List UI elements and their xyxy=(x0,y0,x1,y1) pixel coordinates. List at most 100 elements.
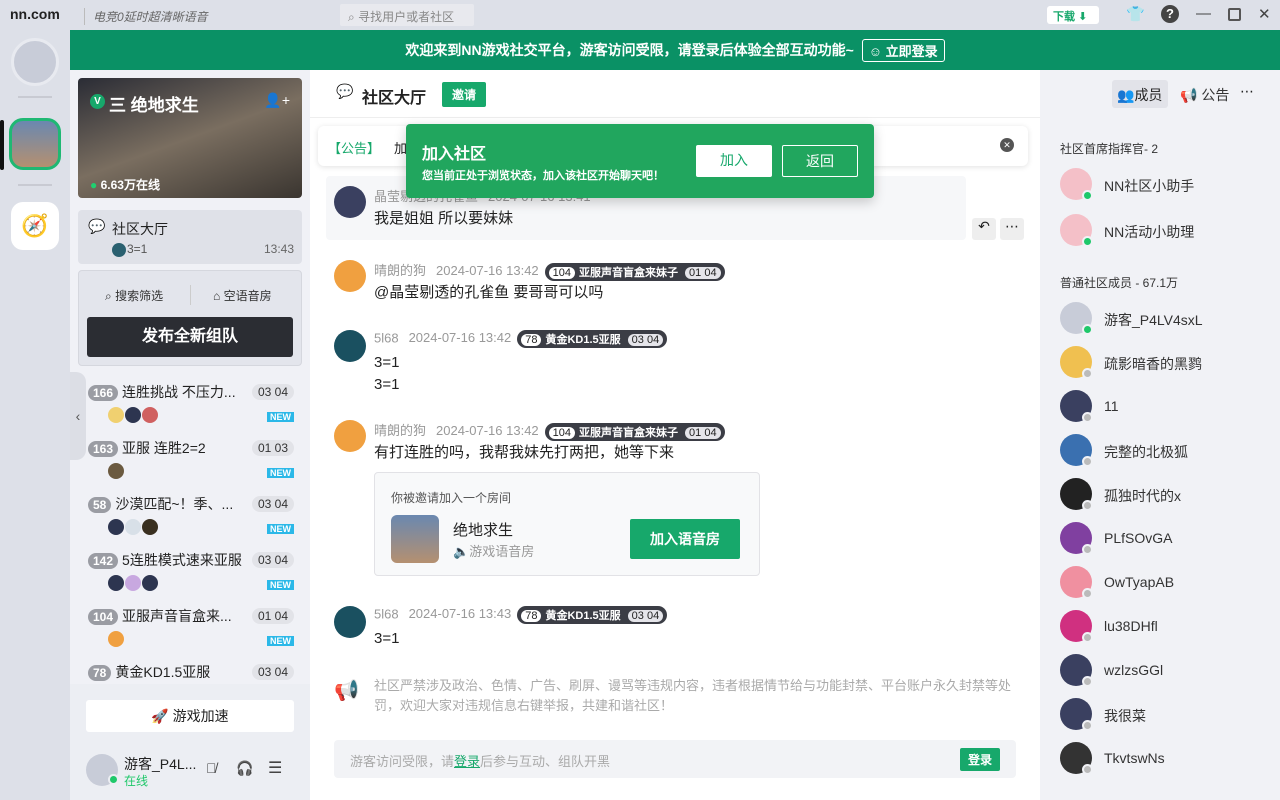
member-name: wzlzsGGl xyxy=(1104,662,1164,678)
member-avatar xyxy=(108,631,124,648)
room-avatars xyxy=(108,630,125,648)
team-max: 04 xyxy=(704,266,717,279)
message-line: 我是姐姐 所以要妹妹 xyxy=(374,210,514,227)
join-button[interactable]: 加入 xyxy=(696,145,772,177)
room-max: 04 xyxy=(274,665,288,679)
game-accelerate-button[interactable]: 🚀 游戏加速 xyxy=(86,700,294,732)
member-item[interactable]: wzlzsGGl xyxy=(1060,650,1270,690)
maximize-icon[interactable] xyxy=(1228,8,1241,21)
search-filter-button[interactable]: ⌕ 搜索筛选 xyxy=(105,287,163,304)
room-current: 03 xyxy=(257,553,272,567)
help-icon[interactable]: ? xyxy=(1161,5,1179,23)
hall-time: 13:43 xyxy=(263,242,294,256)
room-title: 黄金KD1.5亚服 xyxy=(115,664,211,680)
room-max: 03 xyxy=(274,441,288,455)
collapse-chevron-icon[interactable]: ‹ xyxy=(70,372,86,460)
message-avatar[interactable] xyxy=(334,260,366,292)
guest-banner: 欢迎来到NN游戏社交平台，游客访问受限，请登录后体验全部互动功能~ ☺ 立即登录 xyxy=(70,30,1280,70)
member-item[interactable]: OwTyapAB xyxy=(1060,562,1270,602)
team-tag[interactable]: 78 黄金KD1.5亚服 03 04 xyxy=(517,330,668,348)
member-item[interactable]: 疏影暗香的黑鹨 xyxy=(1060,342,1270,382)
hall-last-message: 3=1 xyxy=(127,242,148,256)
team-tag[interactable]: 104 亚服声音盲盒来妹子 01 04 xyxy=(544,422,725,441)
skin-icon[interactable]: 👕 xyxy=(1126,5,1145,23)
download-button[interactable]: 下载 ⬇ xyxy=(1047,6,1099,24)
search-icon: ⌕ xyxy=(348,10,359,24)
community-panel: V 三 绝地求生 👤+ ● 6.63万在线 💬 社区大厅 3=1 13:43 ⌕… xyxy=(70,70,310,800)
member-item[interactable]: TkvtswNs xyxy=(1060,738,1270,778)
room-max: 04 xyxy=(274,553,288,567)
member-item[interactable]: PLfSOvGA xyxy=(1060,518,1270,558)
member-item[interactable]: 我很菜 xyxy=(1060,694,1270,734)
member-item[interactable]: 孤独时代的x xyxy=(1060,474,1270,514)
member-item[interactable]: lu38DHfl xyxy=(1060,606,1270,646)
status-dot xyxy=(1082,190,1093,201)
member-item[interactable]: 11 xyxy=(1060,386,1270,426)
mic-muted-icon[interactable]: 🎙̸ xyxy=(206,760,217,776)
join-voice-room-button[interactable]: 加入语音房 xyxy=(630,519,740,559)
empty-voice-room-button[interactable]: ⌂ 空语音房 xyxy=(213,287,272,304)
input-hint-post: 后参与互动、组队开黑 xyxy=(480,754,611,769)
more-options-icon[interactable]: ⋯ xyxy=(1240,83,1254,100)
member-item[interactable]: 完整的北极狐 xyxy=(1060,430,1270,470)
room-item[interactable]: 163 亚服 连胜2=2 01 03 NEW xyxy=(88,438,302,494)
message-author[interactable]: 晴朗的狗 xyxy=(374,263,426,278)
publish-team-button[interactable]: 发布全新组队 xyxy=(87,317,293,357)
user-avatar[interactable] xyxy=(11,38,59,86)
member-avatar xyxy=(142,407,158,424)
member-item[interactable]: NN社区小助手 xyxy=(1060,164,1270,204)
member-item[interactable]: NN活动小助理 xyxy=(1060,210,1270,250)
room-item[interactable]: 104 亚服声音盲盒来... 01 04 NEW xyxy=(88,606,302,662)
more-icon[interactable]: ⋯ xyxy=(1000,218,1024,240)
message-meta: 5l68 2024-07-16 13:42 78 黄金KD1.5亚服 03 04 xyxy=(374,330,668,348)
room-item[interactable]: 58 沙漠匹配~！季、... 03 04 NEW xyxy=(88,494,302,550)
headphones-icon[interactable]: 🎧 xyxy=(236,760,253,777)
member-name: NN社区小助手 xyxy=(1104,178,1195,194)
self-status: 在线 xyxy=(124,774,149,788)
accelerate-label: 游戏加速 xyxy=(172,708,229,724)
room-item[interactable]: 142 5连胜模式速来亚服 03 04 NEW xyxy=(88,550,302,606)
message-avatar[interactable] xyxy=(334,330,366,362)
member-name: TkvtswNs xyxy=(1104,750,1165,766)
login-button[interactable]: 登录 xyxy=(959,748,1000,771)
message-avatar[interactable] xyxy=(334,606,366,638)
tab-notice[interactable]: 📢 公告 xyxy=(1180,85,1229,105)
message-author[interactable]: 5l68 xyxy=(374,606,399,621)
tab-members[interactable]: 👥成员 xyxy=(1112,80,1168,108)
message-body: 3=1 xyxy=(374,628,399,650)
member-name: 我很菜 xyxy=(1104,708,1146,724)
minimize-icon[interactable]: — xyxy=(1196,5,1211,22)
join-community-popup: 加入社区 您当前正处于浏览状态，加入该社区开始聊天吧！ 加入 返回 xyxy=(406,124,874,198)
team-count: 78 xyxy=(521,610,542,622)
reply-icon[interactable]: ↶ xyxy=(972,218,996,240)
member-item[interactable]: 游客_P4LV4sxL xyxy=(1060,298,1270,338)
message-author[interactable]: 5l68 xyxy=(374,330,399,345)
close-icon[interactable]: ✕ xyxy=(1258,5,1271,23)
channel-hall[interactable]: 💬 社区大厅 3=1 13:43 xyxy=(78,210,302,264)
message-input[interactable]: 游客访问受限，请登录后参与互动、组队开黑 登录 xyxy=(334,740,1016,778)
community-pubg-icon[interactable] xyxy=(9,118,61,170)
community-name[interactable]: 三 绝地求生 xyxy=(109,91,199,116)
room-player-count: 78 xyxy=(88,665,112,681)
discover-compass-icon[interactable]: 🧭 xyxy=(11,202,59,250)
team-tag[interactable]: 104 亚服声音盲盒来妹子 01 04 xyxy=(544,262,725,281)
message-avatar[interactable] xyxy=(334,186,366,218)
invite-button[interactable]: 邀请 xyxy=(442,82,487,107)
close-notice-icon[interactable]: ✕ xyxy=(1000,138,1014,152)
login-now-button[interactable]: ☺ 立即登录 xyxy=(861,38,945,62)
settings-sliders-icon[interactable]: ☰ xyxy=(268,758,282,778)
add-friend-icon[interactable]: 👤+ xyxy=(264,92,290,109)
back-button[interactable]: 返回 xyxy=(782,145,858,177)
team-tag[interactable]: 78 黄金KD1.5亚服 03 04 xyxy=(517,606,668,624)
room-player-count: 166 xyxy=(88,385,119,401)
message-time: 2024-07-16 13:42 xyxy=(436,423,539,438)
message-avatar[interactable] xyxy=(334,420,366,452)
message-author[interactable]: 晴朗的狗 xyxy=(374,423,426,438)
room-item[interactable]: 166 连胜挑战 不压力... 03 04 NEW xyxy=(88,382,302,438)
message-meta: 晴朗的狗 2024-07-16 13:42 104 亚服声音盲盒来妹子 01 04 xyxy=(374,260,725,281)
community-rules: 社区严禁涉及政治、色情、广告、刷屏、谩骂等违规内容，违者根据情节给与功能封禁、平… xyxy=(374,678,1012,713)
input-login-link[interactable]: 登录 xyxy=(454,754,480,769)
status-dot xyxy=(1082,412,1093,423)
chat-header: 💬 社区大厅 邀请 xyxy=(310,70,1040,118)
search-input[interactable]: ⌕ 寻找用户或者社区 xyxy=(340,4,474,26)
